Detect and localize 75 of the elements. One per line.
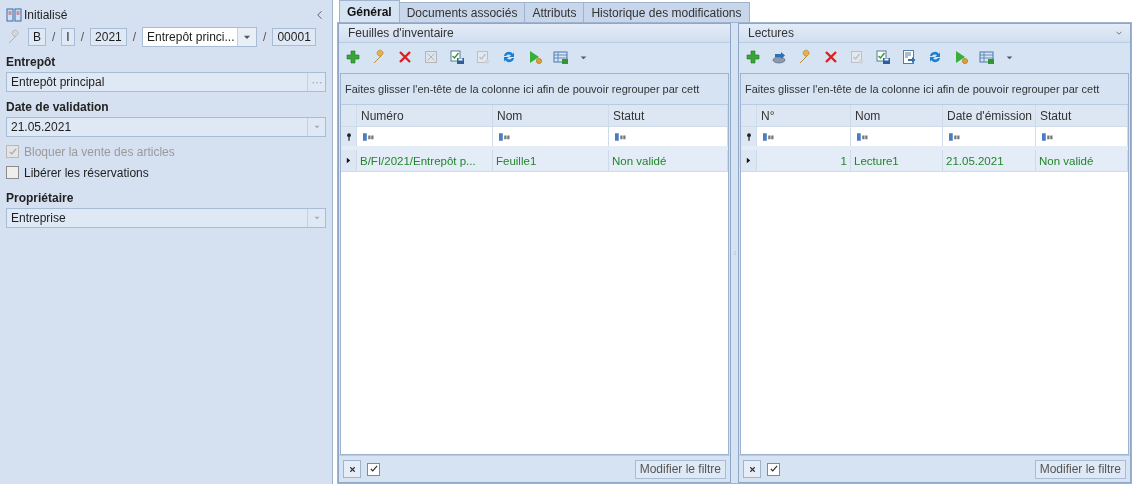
plus-icon[interactable]	[345, 49, 361, 65]
warehouse-field[interactable]: Entrepôt principal	[6, 72, 326, 92]
number-segment-field[interactable]: 00001	[272, 28, 316, 46]
separator: /	[52, 30, 56, 44]
save-check-icon[interactable]	[449, 49, 465, 65]
plus-icon[interactable]	[745, 49, 761, 65]
table-cell: Feuille1	[493, 150, 609, 171]
panel-title: Feuilles d'inventaire	[348, 26, 454, 40]
check-icon	[7, 146, 18, 157]
column-header[interactable]: Numéro	[357, 105, 493, 126]
delete-icon[interactable]	[397, 49, 413, 65]
number-segment-field[interactable]: 2021	[90, 28, 127, 46]
tab[interactable]: Historique des modifications	[583, 2, 750, 22]
clear-filter-button[interactable]	[343, 460, 361, 478]
column-header[interactable]: Date d'émission	[943, 105, 1036, 126]
row-pointer-icon	[744, 156, 753, 165]
grid-view-icon[interactable]	[553, 49, 569, 65]
separator: /	[132, 30, 137, 44]
table-cell: 21.05.2021	[943, 150, 1036, 171]
group-by-hint: Faites glisser l'en-tête de la colonne ici afin de pouvoir regrouper par cett	[741, 74, 1128, 105]
close-icon	[347, 464, 357, 474]
filter-checkbox[interactable]	[367, 462, 380, 476]
text-filter-icon	[613, 130, 629, 143]
column-header[interactable]: Nom	[493, 105, 609, 126]
column-header[interactable]: N°	[757, 105, 851, 126]
checkbox-option[interactable]: Libérer les réservations	[6, 162, 326, 183]
delete-icon[interactable]	[823, 49, 839, 65]
column-header[interactable]: Statut	[609, 105, 728, 126]
warehouse-symbol-dropdown[interactable]: Entrepôt princi...	[142, 27, 258, 47]
field-label: Entrepôt	[6, 54, 57, 69]
table-cell: Lecture1	[851, 150, 943, 171]
clear-filter-button[interactable]	[743, 460, 761, 478]
field-label: Propriétaire	[6, 190, 75, 205]
refresh-icon[interactable]	[501, 49, 517, 65]
text-filter-icon	[855, 130, 871, 143]
edit-filter-button[interactable]: Modifier le filtre	[1034, 459, 1126, 479]
column-header[interactable]: Nom	[851, 105, 943, 126]
filter-checkbox[interactable]	[767, 462, 780, 476]
table-row[interactable]: 1 Lecture1 21.05.2021 Non validé	[741, 150, 1128, 172]
separator: /	[80, 30, 85, 44]
play-gear-icon[interactable]	[953, 49, 969, 65]
row-pointer-icon	[344, 156, 353, 165]
disc-arrow-icon[interactable]	[771, 49, 787, 65]
number-segment-field[interactable]: I	[61, 28, 75, 46]
group-by-hint: Faites glisser l'en-tête de la colonne ici afin de pouvoir regrouper par cett	[341, 74, 728, 105]
tab[interactable]: Général	[339, 0, 400, 22]
check-icon	[768, 464, 779, 474]
close-icon	[747, 464, 757, 474]
book-icon	[6, 7, 22, 23]
table-cell: B/FI/2021/Entrepôt p...	[357, 150, 493, 171]
column-header[interactable]: Statut	[1036, 105, 1128, 126]
separator: /	[263, 30, 267, 44]
tab[interactable]: Documents associés	[398, 2, 526, 22]
text-filter-icon	[761, 130, 777, 143]
check-icon	[368, 464, 379, 474]
table-cell: Non validé	[1036, 150, 1128, 171]
date-field[interactable]: 21.05.2021	[6, 117, 326, 137]
document-status: Initialisé	[24, 8, 68, 22]
edit-filter-button[interactable]: Modifier le filtre	[634, 459, 726, 479]
field-label: Date de validation	[6, 99, 110, 114]
tab[interactable]: Attributs	[524, 2, 585, 22]
text-filter-icon	[947, 130, 963, 143]
table-cell: Non validé	[609, 150, 728, 171]
grid-view-icon[interactable]	[979, 49, 995, 65]
text-filter-icon	[497, 130, 513, 143]
play-gear-icon[interactable]	[527, 49, 543, 65]
table-row[interactable]: B/FI/2021/Entrepôt p... Feuille1 Non validé	[341, 150, 728, 172]
text-filter-icon	[361, 130, 377, 143]
owner-field[interactable]: Entreprise	[6, 208, 326, 228]
text-filter-icon	[1040, 130, 1056, 143]
number-segment-field[interactable]: B	[28, 28, 46, 46]
table-cell: 1	[757, 150, 851, 171]
refresh-icon[interactable]	[927, 49, 943, 65]
save-check-icon[interactable]	[875, 49, 891, 65]
panel-title: Lectures	[748, 26, 795, 40]
